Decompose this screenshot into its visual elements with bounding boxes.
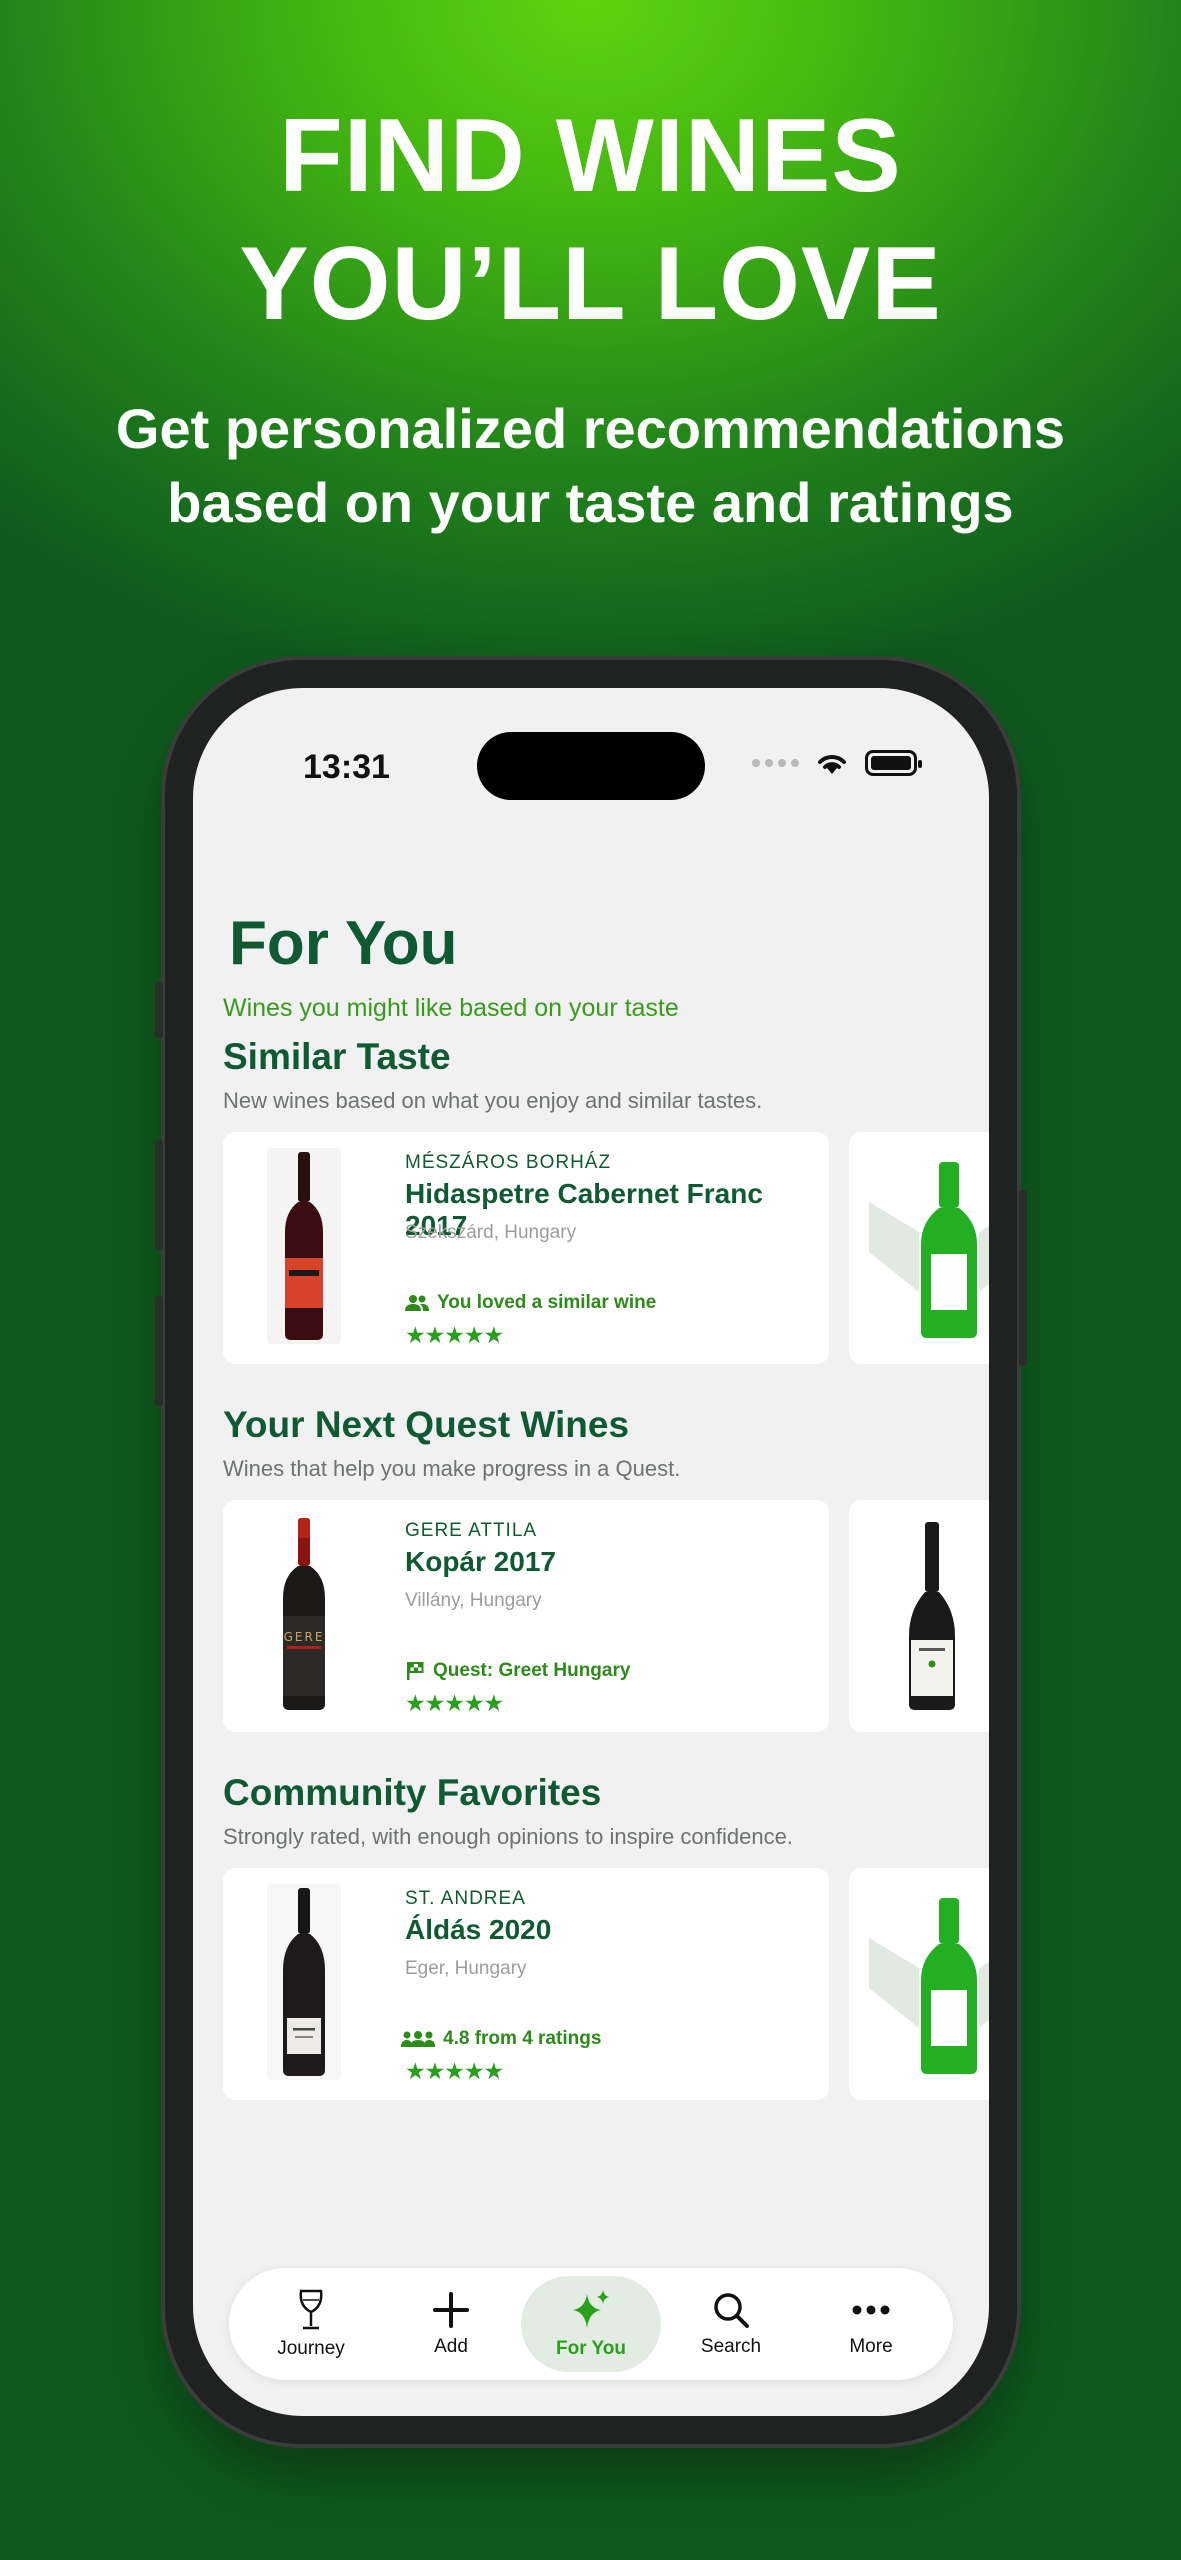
tab-for-you[interactable]: For You [521,2276,661,2372]
reason-text: You loved a similar wine [437,1292,657,1313]
signal-icon [752,759,799,767]
winery-name: MÉSZÁROS BORHÁZ [405,1152,612,1173]
section-quest-wines: Your Next Quest Wines Wines that help yo… [223,1404,989,1734]
wine-card[interactable]: MÉSZÁROS BORHÁZ Hidaspetre Cabernet Fran… [223,1132,829,1364]
volume-down-button [155,1296,163,1406]
section-community-favorites: Community Favorites Strongly rated, with… [223,1772,989,2102]
placeholder-bottle-icon [869,1898,989,2074]
svg-text:GERE: GERE [284,1630,325,1644]
tab-label: More [849,2336,893,2357]
app-screen: 13:31 For You Wines you might like based… [193,688,989,2416]
phone-frame: 13:31 For You Wines you might like based… [155,660,1027,2444]
wine-region: Eger, Hungary [405,1958,527,1979]
card-carousel[interactable]: ST. ANDREA Áldás 2020 Eger, Hungary 4.8 … [223,1868,989,2102]
star-rating: ★★★★★ [405,1322,504,1348]
wifi-icon [818,755,846,774]
wine-bottle-image [267,1884,341,2080]
wine-card[interactable]: GERE GERE ATTILA Kopár 2017 Villány, Hun… [223,1500,829,1732]
group-icon [401,2031,435,2047]
recommendation-reason: You loved a similar wine [405,1292,656,1314]
reason-text: 4.8 from 4 ratings [443,2028,602,2049]
card-carousel[interactable]: MÉSZÁROS BORHÁZ Hidaspetre Cabernet Fran… [223,1132,989,1366]
section-title: Your Next Quest Wines [223,1404,630,1445]
wine-name: Kopár 2017 [405,1546,556,1577]
sparkles-icon [573,2290,609,2328]
star-rating: ★★★★★ [405,2058,504,2084]
section-title: Similar Taste [223,1036,451,1077]
tab-label: Search [700,2336,762,2357]
promo-headline: FIND WINES YOU’LL LOVE [0,92,1181,348]
subhead-line-2: based on your taste and ratings [167,471,1014,534]
status-indicators [752,750,922,776]
battery-icon [865,750,922,776]
section-similar-taste: Similar Taste New wines based on what yo… [223,1036,989,1366]
section-subtitle: New wines based on what you enjoy and si… [223,1088,763,1113]
section-subtitle: Strongly rated, with enough opinions to … [223,1824,793,1849]
wine-card-next[interactable] [849,1500,989,1732]
wine-card[interactable]: ST. ANDREA Áldás 2020 Eger, Hungary 4.8 … [223,1868,829,2100]
tab-journey[interactable]: Journey [241,2276,381,2372]
recommendation-reason: 4.8 from 4 ratings [401,2028,601,2050]
sparkling-bottle-image [909,1522,955,1710]
tab-label: Add [434,2336,468,2357]
people-icon [405,1295,429,1311]
subhead-line-1: Get personalized recommendations [115,397,1066,460]
wine-region: Szekszárd, Hungary [405,1222,577,1243]
recommendation-reason: Quest: Greet Hungary [405,1660,630,1682]
wine-region: Villány, Hungary [405,1590,542,1611]
flag-icon [407,1662,424,1680]
action-button [155,982,163,1038]
headline-line-2: YOU’LL LOVE [239,226,942,342]
wine-name: Áldás 2020 [405,1914,552,1945]
dynamic-island [477,732,705,800]
wine-bottle-image [267,1148,341,1344]
wine-glass-icon [299,2289,323,2330]
tab-search[interactable]: Search [661,2276,801,2372]
section-title: Community Favorites [223,1772,602,1813]
card-carousel[interactable]: GERE GERE ATTILA Kopár 2017 Villány, Hun… [223,1500,989,1734]
headline-line-1: FIND WINES [279,98,902,214]
page-subtitle: Wines you might like based on your taste [223,994,679,1022]
tab-bar: Journey Add For You Search More [229,2268,953,2380]
wine-card-next[interactable] [849,1132,989,1364]
plus-icon [433,2292,469,2328]
star-rating: ★★★★★ [405,1690,504,1716]
tab-label: For You [555,2338,627,2359]
wine-bottle-image: GERE [267,1516,341,1712]
placeholder-bottle-icon [869,1162,989,1338]
tab-add[interactable]: Add [381,2276,521,2372]
search-icon [714,2293,749,2328]
status-time: 13:31 [303,748,390,786]
ellipsis-icon [852,2305,890,2315]
winery-name: ST. ANDREA [405,1888,526,1909]
wine-card-next[interactable] [849,1868,989,2100]
promo-subhead: Get personalized recommendations based o… [0,392,1181,540]
volume-up-button [155,1140,163,1250]
winery-name: GERE ATTILA [405,1520,538,1541]
page-title: For You [229,909,458,978]
tab-label: Journey [277,2338,345,2359]
section-subtitle: Wines that help you make progress in a Q… [223,1456,681,1481]
tab-more[interactable]: More [801,2276,941,2372]
power-button [1019,1190,1027,1366]
reason-text: Quest: Greet Hungary [433,1660,631,1681]
